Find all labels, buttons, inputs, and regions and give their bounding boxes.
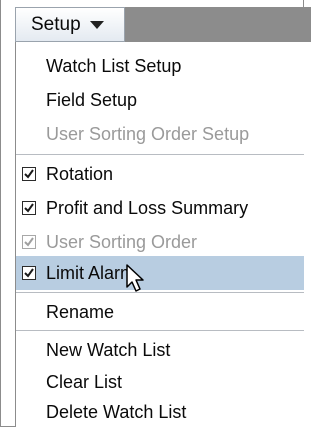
menu-item-label: Profit and Loss Summary [46, 197, 249, 218]
menu-item-label: Rotation [46, 163, 114, 184]
menu-item-user-sorting-order: User Sorting Order [16, 226, 304, 258]
menu-item-label: Field Setup [46, 89, 138, 110]
menu-item-label: Rename [46, 301, 115, 322]
menu-item-label: Limit Alarm [46, 262, 136, 283]
checkbox-checked-icon [22, 167, 36, 181]
menu-separator [16, 154, 304, 155]
menu-item-field-setup[interactable]: Field Setup [16, 84, 304, 116]
menu-item-profit-and-loss-summary[interactable]: Profit and Loss Summary [16, 192, 304, 224]
menu-item-watch-list-setup[interactable]: Watch List Setup [16, 50, 304, 82]
mouse-pointer-icon [126, 264, 144, 292]
menu-bar-empty-area [125, 7, 311, 42]
menu-item-label: Watch List Setup [46, 55, 182, 76]
menu-item-rename[interactable]: Rename [16, 296, 304, 328]
menu-item-label: Delete Watch List [46, 401, 187, 422]
checkbox-checked-icon [22, 201, 36, 215]
menu-item-clear-list[interactable]: Clear List [16, 366, 304, 398]
menu-separator [16, 330, 304, 331]
menu-bar: Setup [0, 0, 311, 44]
menu-item-delete-watch-list[interactable]: Delete Watch List [16, 396, 304, 428]
menu-separator [16, 292, 304, 293]
menu-item-label: Clear List [46, 371, 123, 392]
checkbox-checked-icon [22, 235, 36, 249]
menu-item-label: User Sorting Order Setup [46, 123, 250, 144]
menu-item-rotation[interactable]: Rotation [16, 158, 304, 190]
menu-item-label: User Sorting Order [46, 231, 198, 252]
setup-dropdown-menu: Watch List Setup Field Setup User Sortin… [15, 42, 304, 427]
menu-item-new-watch-list[interactable]: New Watch List [16, 334, 304, 366]
checkbox-checked-icon [22, 266, 36, 280]
chevron-down-icon [89, 20, 104, 29]
menu-item-user-sorting-order-setup: User Sorting Order Setup [16, 118, 304, 150]
menu-item-label: New Watch List [46, 339, 171, 360]
menu-item-limit-alarm[interactable]: Limit Alarm [16, 256, 304, 290]
setup-menu-label: Setup [31, 13, 81, 35]
setup-menu-button[interactable]: Setup [15, 7, 125, 42]
